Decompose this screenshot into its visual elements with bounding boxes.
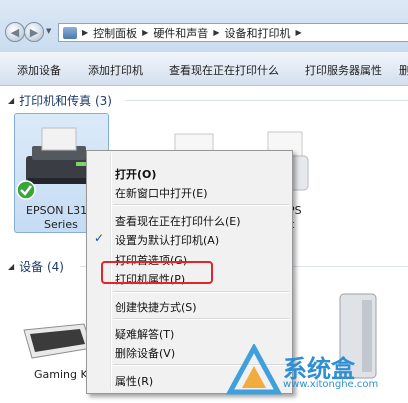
breadcrumb-hardware-sound[interactable]: 硬件和声音 bbox=[153, 25, 208, 41]
menu-item-open[interactable]: 打开(O) bbox=[115, 166, 156, 182]
printers-group-title: 打印机和传真 (3) bbox=[19, 94, 112, 108]
recent-pages-chevron-icon[interactable]: ▼ bbox=[46, 27, 51, 35]
breadcrumb-separator-icon[interactable]: ▶ bbox=[82, 28, 88, 37]
menu-item-create-shortcut[interactable]: 创建快捷方式(S) bbox=[115, 299, 197, 315]
breadcrumb-separator-icon[interactable]: ▶ bbox=[142, 28, 148, 37]
highlight-annotation bbox=[101, 261, 213, 284]
menu-item-troubleshoot[interactable]: 疑难解答(T) bbox=[115, 326, 174, 342]
devices-group-title: 设备 (4) bbox=[19, 260, 64, 274]
forward-button[interactable]: ▶ bbox=[24, 22, 44, 42]
menu-item-properties[interactable]: 属性(R) bbox=[115, 373, 153, 389]
keyboard-icon bbox=[23, 323, 93, 359]
menu-separator bbox=[113, 204, 289, 206]
breadcrumb-devices-printers[interactable]: 设备和打印机 bbox=[224, 25, 290, 41]
back-arrow-icon: ◀ bbox=[10, 25, 20, 39]
watermark-url: www.xitonghe.com bbox=[283, 379, 379, 390]
menu-item-open-new-window[interactable]: 在新窗口中打开(E) bbox=[115, 185, 208, 201]
command-bar: 添加设备 添加打印机 查看现在正在打印什么 打印服务器属性 删 bbox=[0, 52, 408, 86]
collapse-triangle-icon[interactable]: ◢ bbox=[8, 96, 14, 105]
address-bar[interactable]: ▶ 控制面板 ▶ 硬件和声音 ▶ 设备和打印机 ▶ bbox=[58, 23, 408, 42]
collapse-triangle-icon[interactable]: ◢ bbox=[8, 262, 14, 271]
menu-item-see-printing[interactable]: 查看现在正在打印什么(E) bbox=[115, 213, 241, 229]
menu-item-remove-device[interactable]: 删除设备(V) bbox=[115, 345, 175, 361]
control-panel-icon bbox=[63, 26, 77, 39]
add-device-button[interactable]: 添加设备 bbox=[17, 62, 61, 78]
watermark-logo-icon bbox=[226, 344, 282, 395]
back-button[interactable]: ◀ bbox=[5, 22, 25, 42]
group-divider bbox=[125, 100, 408, 101]
printer-label-line2: Series bbox=[44, 218, 78, 231]
printers-group-header[interactable]: ◢ 打印机和传真 (3) bbox=[8, 92, 112, 109]
breadcrumb-control-panel[interactable]: 控制面板 bbox=[93, 25, 137, 41]
breadcrumb-separator-icon[interactable]: ▶ bbox=[213, 28, 219, 37]
default-printer-check-icon bbox=[16, 180, 36, 200]
forward-arrow-icon: ▶ bbox=[29, 25, 39, 39]
menu-separator bbox=[113, 291, 289, 293]
address-area: ◀ ▶ ▼ ▶ 控制面板 ▶ 硬件和声音 ▶ 设备和打印机 ▶ bbox=[0, 0, 408, 52]
checkmark-icon: ✓ bbox=[94, 231, 105, 245]
see-whats-printing-button[interactable]: 查看现在正在打印什么 bbox=[169, 62, 279, 78]
add-printer-button[interactable]: 添加打印机 bbox=[88, 62, 143, 78]
menu-item-set-default[interactable]: 设置为默认打印机(A) bbox=[115, 232, 219, 248]
keyboard-label: Gaming K bbox=[34, 368, 88, 381]
print-server-properties-button[interactable]: 打印服务器属性 bbox=[305, 62, 382, 78]
menu-separator bbox=[113, 318, 289, 320]
printer-label-line1: EPSON L31 bbox=[26, 204, 88, 217]
remove-device-button[interactable]: 删 bbox=[399, 62, 408, 78]
devices-group-header[interactable]: ◢ 设备 (4) bbox=[8, 258, 64, 275]
breadcrumb-separator-icon[interactable]: ▶ bbox=[295, 28, 301, 37]
